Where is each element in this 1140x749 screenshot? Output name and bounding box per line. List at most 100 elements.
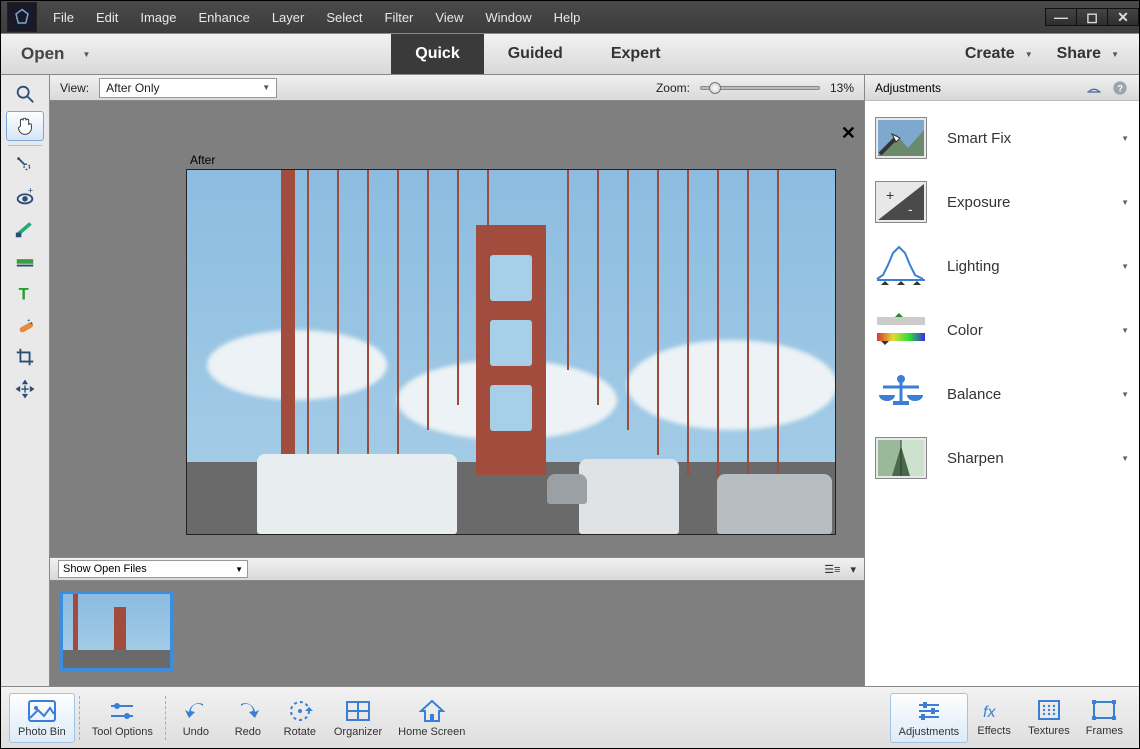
balance-icon — [875, 373, 927, 415]
minimize-button[interactable]: — — [1045, 8, 1077, 26]
open-label: Open — [21, 44, 64, 64]
photo-bin-icon — [27, 698, 57, 724]
tool-move[interactable] — [6, 374, 44, 404]
bin-thumbnail[interactable] — [60, 591, 173, 671]
task-undo[interactable]: Undo — [170, 694, 222, 742]
tool-spot-heal[interactable] — [6, 310, 44, 340]
adj-label: Exposure — [947, 194, 1010, 211]
organizer-icon — [343, 698, 373, 724]
view-dropdown[interactable]: After Only ▼ — [99, 78, 277, 98]
bin-list-icon[interactable]: ☰≡ — [824, 563, 840, 576]
photo-bin-bar: Show Open Files ▼ ☰≡ ▾ — [50, 557, 864, 581]
chevron-down-icon: ▼ — [1025, 50, 1033, 59]
task-organizer[interactable]: Organizer — [326, 694, 390, 742]
task-home-screen[interactable]: Home Screen — [390, 694, 473, 742]
adj-label: Color — [947, 322, 983, 339]
menu-layer[interactable]: Layer — [262, 4, 315, 31]
tab-expert[interactable]: Expert — [587, 34, 685, 74]
view-label: View: — [60, 81, 89, 95]
create-button[interactable]: Create ▼ — [965, 45, 1033, 63]
task-label: Photo Bin — [18, 726, 66, 738]
menu-image[interactable]: Image — [130, 4, 186, 31]
redo-icon — [233, 698, 263, 724]
task-adjustments[interactable]: Adjustments — [890, 693, 969, 743]
adj-smart-fix[interactable]: Smart Fix▼ — [875, 117, 1129, 159]
adj-color[interactable]: Color▼ — [875, 309, 1129, 351]
tool-redeye[interactable]: + — [6, 182, 44, 212]
task-label: Rotate — [284, 726, 316, 738]
menu-edit[interactable]: Edit — [86, 4, 128, 31]
chevron-down-icon: ▼ — [1121, 390, 1129, 399]
task-label: Home Screen — [398, 726, 465, 738]
task-textures[interactable]: Textures — [1020, 693, 1078, 743]
adj-lighting[interactable]: Lighting▼ — [875, 245, 1129, 287]
menu-filter[interactable]: Filter — [375, 4, 424, 31]
tool-text[interactable]: T — [6, 278, 44, 308]
task-rotate[interactable]: Rotate — [274, 694, 326, 742]
task-label: Adjustments — [899, 726, 960, 738]
tool-straighten[interactable] — [6, 246, 44, 276]
smart-fix-icon — [875, 117, 927, 159]
taskbar: Photo Bin Tool Options Undo Redo Rotate … — [1, 686, 1139, 748]
tool-quick-select[interactable] — [6, 150, 44, 180]
menubar: File Edit Image Enhance Layer Select Fil… — [1, 1, 1139, 33]
svg-text:+: + — [886, 187, 894, 203]
tool-crop[interactable] — [6, 342, 44, 372]
chevron-down-icon: ▼ — [262, 83, 270, 92]
menu-file[interactable]: File — [43, 4, 84, 31]
task-label: Effects — [977, 725, 1010, 737]
task-label: Tool Options — [92, 726, 153, 738]
task-label: Redo — [235, 726, 261, 738]
sharpen-icon — [875, 437, 927, 479]
reset-icon[interactable] — [1085, 80, 1103, 96]
bin-dropdown-value: Show Open Files — [63, 563, 147, 575]
image-canvas[interactable] — [186, 169, 836, 535]
view-dropdown-value: After Only — [106, 81, 159, 95]
chevron-down-icon: ▼ — [1121, 134, 1129, 143]
task-redo[interactable]: Redo — [222, 694, 274, 742]
bin-dropdown[interactable]: Show Open Files ▼ — [58, 560, 248, 578]
svg-text:fx: fx — [983, 704, 996, 721]
share-button[interactable]: Share ▼ — [1057, 45, 1119, 63]
zoom-slider[interactable] — [700, 86, 820, 90]
menu-select[interactable]: Select — [316, 4, 372, 31]
bin-menu-icon[interactable]: ▾ — [850, 563, 856, 576]
adj-sharpen[interactable]: Sharpen▼ — [875, 437, 1129, 479]
chevron-down-icon: ▼ — [1111, 50, 1119, 59]
maximize-button[interactable]: ◻ — [1076, 8, 1108, 26]
adj-label: Balance — [947, 386, 1001, 403]
task-effects[interactable]: fx Effects — [968, 693, 1020, 743]
svg-text:-: - — [908, 201, 913, 217]
help-icon[interactable]: ? — [1111, 80, 1129, 96]
undo-icon — [181, 698, 211, 724]
close-button[interactable]: ✕ — [1107, 8, 1139, 26]
chevron-down-icon: ▼ — [82, 50, 90, 59]
tool-hand[interactable] — [6, 111, 44, 141]
menu-help[interactable]: Help — [544, 4, 591, 31]
adj-exposure[interactable]: +- Exposure▼ — [875, 181, 1129, 223]
task-frames[interactable]: Frames — [1078, 693, 1131, 743]
chevron-down-icon: ▼ — [235, 565, 243, 574]
task-photo-bin[interactable]: Photo Bin — [9, 693, 75, 743]
rotate-icon — [285, 698, 315, 724]
view-bar: View: After Only ▼ Zoom: 13% — [50, 75, 864, 101]
close-document-button[interactable]: ✕ — [841, 123, 856, 144]
textures-icon — [1034, 697, 1064, 723]
adj-balance[interactable]: Balance ▼ — [875, 373, 1129, 415]
zoom-label: Zoom: — [656, 81, 690, 95]
color-icon — [875, 309, 927, 351]
tab-guided[interactable]: Guided — [484, 34, 587, 74]
menu-window[interactable]: Window — [475, 4, 541, 31]
effects-icon: fx — [979, 697, 1009, 723]
menu-enhance[interactable]: Enhance — [189, 4, 260, 31]
menu-view[interactable]: View — [425, 4, 473, 31]
tab-quick[interactable]: Quick — [391, 34, 483, 74]
open-button[interactable]: Open ▼ — [1, 34, 111, 74]
tool-whiten-teeth[interactable] — [6, 214, 44, 244]
after-label: After — [190, 153, 215, 167]
task-tool-options[interactable]: Tool Options — [84, 694, 161, 742]
task-label: Frames — [1086, 725, 1123, 737]
home-icon — [417, 698, 447, 724]
app-logo-icon — [7, 2, 37, 32]
tool-zoom[interactable] — [6, 79, 44, 109]
